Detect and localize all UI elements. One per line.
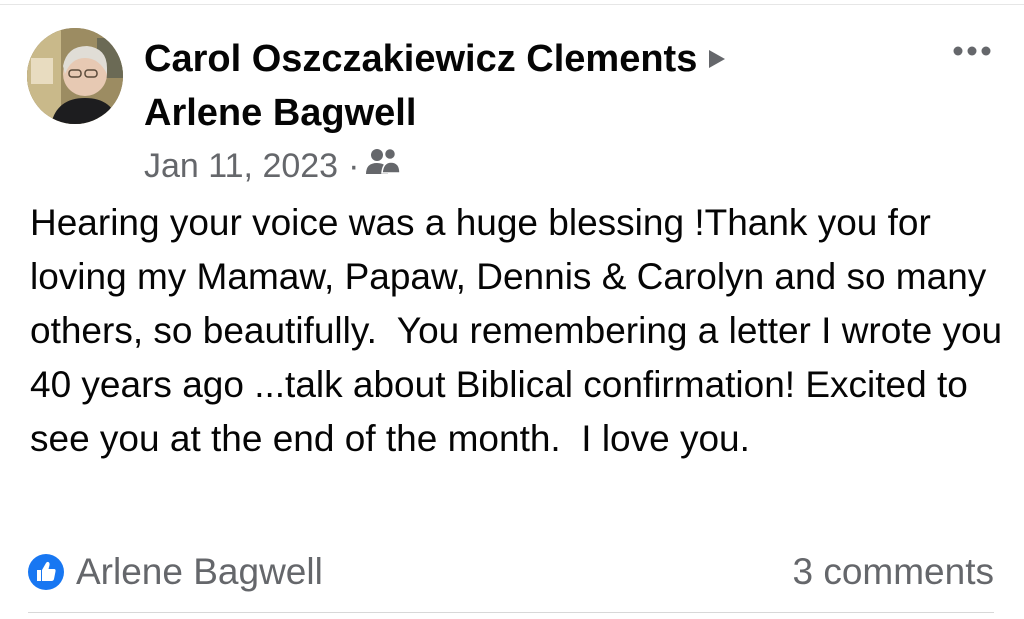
post-footer: Arlene Bagwell 3 comments bbox=[28, 546, 994, 596]
author-name[interactable]: Carol Oszczakiewicz Clements bbox=[144, 38, 697, 80]
reactor-name[interactable]: Arlene Bagwell bbox=[76, 546, 323, 598]
top-divider bbox=[0, 4, 1024, 5]
post-text: Hearing your voice was a huge blessing !… bbox=[30, 202, 1013, 459]
post-date[interactable]: Jan 11, 2023 bbox=[144, 147, 338, 185]
post-meta: Jan 11, 2023 · bbox=[144, 142, 402, 189]
like-icon bbox=[28, 554, 64, 590]
meta-separator: · bbox=[348, 147, 360, 185]
avatar-image bbox=[27, 28, 123, 124]
post-author[interactable]: Carol Oszczakiewicz Clements bbox=[144, 34, 727, 84]
bottom-divider bbox=[28, 612, 994, 613]
avatar[interactable] bbox=[27, 28, 123, 124]
friends-icon[interactable] bbox=[365, 142, 402, 188]
facebook-post: Carol Oszczakiewicz Clements Arlene Bagw… bbox=[0, 0, 1024, 619]
post-recipient[interactable]: Arlene Bagwell bbox=[144, 88, 416, 138]
comments-count[interactable]: 3 comments bbox=[792, 546, 994, 598]
more-options-icon[interactable] bbox=[948, 38, 996, 64]
triangle-right-icon bbox=[707, 33, 727, 83]
